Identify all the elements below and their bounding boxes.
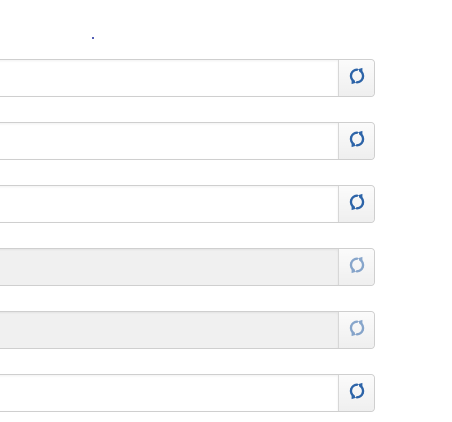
refresh-button-6[interactable] — [339, 375, 374, 411]
refresh-button-1[interactable] — [339, 60, 374, 96]
input-group-1 — [0, 59, 375, 97]
refresh-button-5 — [339, 312, 374, 348]
text-field-3[interactable] — [0, 186, 339, 222]
refresh-icon — [348, 193, 366, 216]
input-group-4 — [0, 248, 375, 286]
text-field-1[interactable] — [0, 60, 339, 96]
input-group-6 — [0, 374, 375, 412]
refresh-icon — [348, 67, 366, 90]
text-field-6[interactable] — [0, 375, 339, 411]
input-group-2 — [0, 122, 375, 160]
text-field-4-disabled — [0, 249, 339, 285]
dot-marker — [92, 37, 94, 39]
input-group-3 — [0, 185, 375, 223]
text-field-5-disabled — [0, 312, 339, 348]
refresh-icon — [348, 319, 366, 342]
refresh-button-4 — [339, 249, 374, 285]
refresh-button-3[interactable] — [339, 186, 374, 222]
input-group-5 — [0, 311, 375, 349]
text-field-2[interactable] — [0, 123, 339, 159]
refresh-icon — [348, 382, 366, 405]
refresh-button-2[interactable] — [339, 123, 374, 159]
refresh-icon — [348, 256, 366, 279]
refresh-icon — [348, 130, 366, 153]
